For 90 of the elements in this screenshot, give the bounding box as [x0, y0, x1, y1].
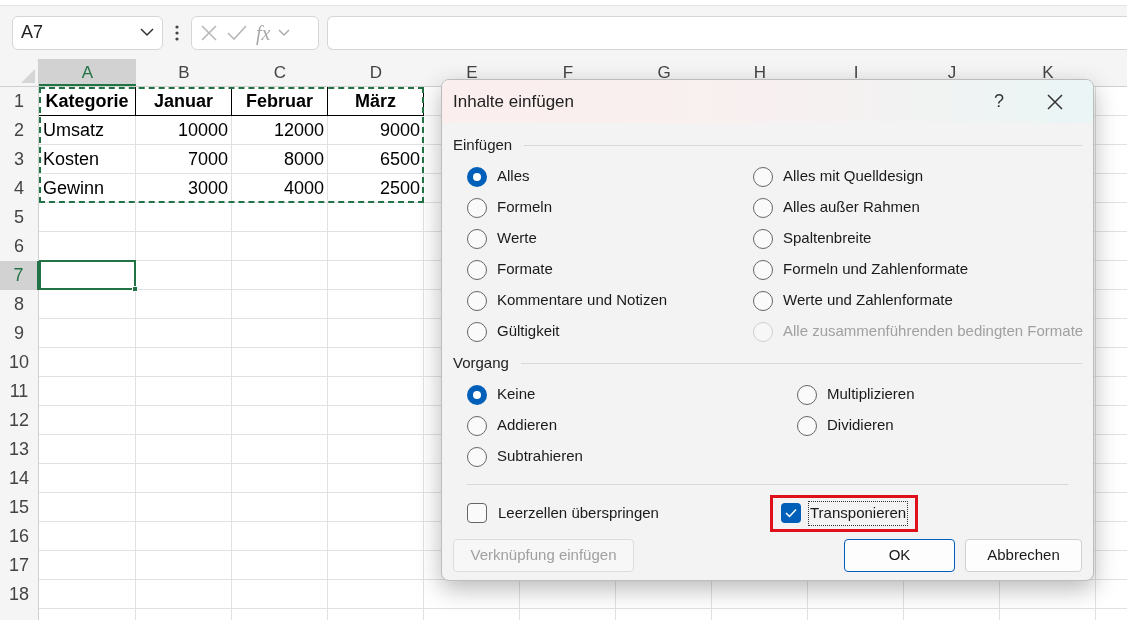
row-header[interactable]: 17 [0, 551, 38, 580]
radio-button[interactable] [467, 446, 487, 467]
radio-label[interactable]: Formeln und Zahlenformate [783, 258, 969, 281]
radio-label[interactable]: Gültigkeit [497, 320, 560, 343]
row-header[interactable]: 16 [0, 522, 38, 551]
radio-label[interactable]: Formeln [497, 196, 552, 219]
radio-button[interactable] [467, 290, 487, 311]
radio-button[interactable] [467, 228, 487, 249]
column-header[interactable]: A [39, 59, 136, 86]
row-header[interactable]: 7 [0, 261, 39, 290]
radio-label[interactable]: Werte und Zahlenformate [783, 289, 953, 312]
radio-label[interactable]: Keine [497, 383, 536, 406]
checkbox-label[interactable]: Transponieren [809, 502, 908, 525]
dialog-button[interactable]: OK [844, 539, 955, 572]
table-cell-text: 4000 [282, 177, 325, 200]
table-cell-text: 12000 [272, 119, 325, 142]
name-box[interactable]: A7 [12, 15, 163, 50]
radio-label[interactable]: Alles [497, 165, 530, 188]
radio-button[interactable] [797, 415, 817, 436]
radio-label[interactable]: Alles mit Quelldesign [783, 165, 924, 188]
table-cell-text: 10000 [176, 119, 229, 142]
row-header[interactable]: 4 [0, 174, 38, 203]
radio-label[interactable]: Werte [497, 227, 537, 250]
section-label: Einfügen [453, 134, 513, 155]
name-box-value: A7 [21, 21, 44, 44]
radio-label[interactable]: Dividieren [827, 414, 894, 437]
checkbox-label[interactable]: Leerzellen überspringen [497, 502, 660, 525]
radio-button[interactable] [753, 259, 773, 280]
table-cell-text: 9000 [378, 119, 421, 142]
radio-button[interactable] [753, 290, 773, 311]
radio-button[interactable] [467, 166, 487, 187]
dialog-title: Inhalte einfügen [453, 90, 575, 113]
check-icon[interactable] [226, 23, 248, 42]
dialog-button[interactable]: Abbrechen [965, 539, 1082, 572]
checkbox[interactable] [781, 503, 801, 524]
radio-label[interactable]: Spaltenbreite [783, 227, 872, 250]
row-header[interactable]: 9 [0, 319, 38, 348]
column-heading-cell: März [328, 87, 424, 116]
formula-input[interactable] [327, 15, 1127, 50]
column-heading-cell: Januar [136, 87, 232, 116]
table-cell-text: 7000 [186, 148, 229, 171]
column-heading-cell: Kategorie [39, 87, 136, 116]
column-header[interactable]: B [136, 59, 232, 86]
row-header[interactable]: 12 [0, 406, 38, 435]
radio-button[interactable] [753, 166, 773, 187]
radio-label[interactable]: Formate [497, 258, 553, 281]
row-header[interactable]: 11 [0, 377, 38, 406]
row-header[interactable]: 14 [0, 464, 38, 493]
column-header[interactable]: C [232, 59, 328, 86]
row-header[interactable]: 13 [0, 435, 38, 464]
row-header[interactable]: 5 [0, 203, 38, 232]
radio-label[interactable]: Kommentare und Notizen [497, 289, 668, 312]
row-header[interactable]: 8 [0, 290, 38, 319]
radio-label[interactable]: Addieren [497, 414, 558, 437]
row-header[interactable]: 1 [0, 87, 38, 116]
more-icon[interactable] [175, 24, 179, 41]
chevron-down-icon[interactable] [140, 28, 154, 37]
radio-button[interactable] [467, 321, 487, 342]
table-cell-text: 8000 [282, 148, 325, 171]
row-header[interactable]: 10 [0, 348, 38, 377]
active-cell[interactable] [39, 260, 136, 290]
column-header[interactable]: D [328, 59, 424, 86]
radio-label: Alle zusammenführenden bedingten Formate [783, 321, 1084, 342]
radio-button[interactable] [797, 384, 817, 405]
table-cell-text: 6500 [378, 148, 421, 171]
help-button[interactable]: ? [977, 83, 1021, 120]
checkbox[interactable] [467, 503, 487, 524]
check-icon [785, 508, 797, 519]
row-header[interactable]: 3 [0, 145, 38, 174]
radio-label[interactable]: Multiplizieren [827, 383, 915, 406]
table-cell-text: 2500 [378, 177, 421, 200]
row-header[interactable]: 2 [0, 116, 38, 145]
row-header[interactable]: 6 [0, 232, 38, 261]
table-cell-text: Umsatz [42, 119, 105, 142]
table-cell-text: 3000 [186, 177, 229, 200]
close-icon [1047, 93, 1063, 110]
section-label: Vorgang [453, 352, 509, 373]
row-header[interactable]: 18 [0, 580, 38, 609]
radio-button[interactable] [467, 197, 487, 218]
radio-label[interactable]: Subtrahieren [497, 445, 583, 468]
row-header[interactable]: 15 [0, 493, 38, 522]
column-heading-cell: Februar [232, 87, 328, 116]
radio-button[interactable] [467, 384, 487, 405]
radio-button[interactable] [753, 228, 773, 249]
table-cell-text: Kosten [42, 148, 101, 171]
radio-button[interactable] [467, 415, 487, 436]
radio-button[interactable] [467, 259, 487, 280]
radio-button[interactable] [753, 197, 773, 218]
radio-label[interactable]: Alles außer Rahmen [783, 196, 920, 219]
table-cell-text: Gewinn [42, 177, 106, 200]
